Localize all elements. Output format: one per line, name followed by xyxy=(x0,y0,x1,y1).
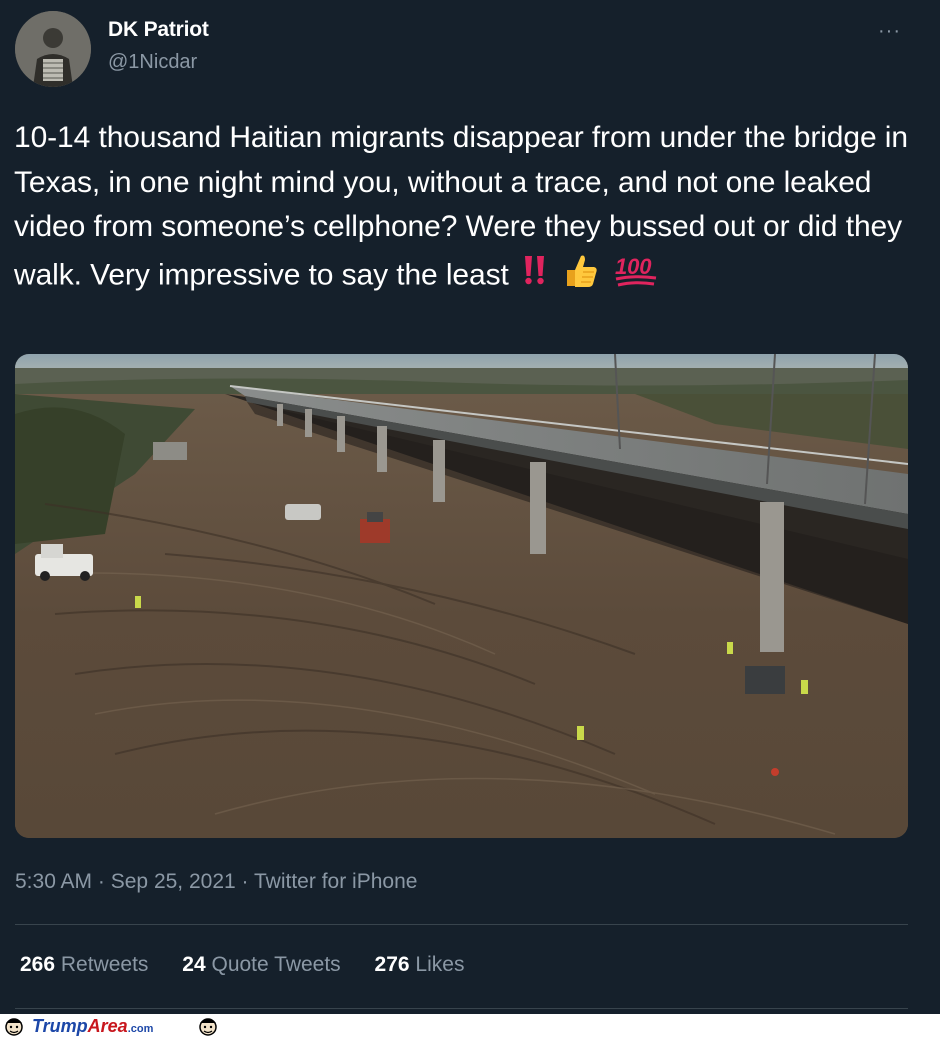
tweet-time[interactable]: 5:30 AM xyxy=(15,870,92,893)
retweets-count: 266 xyxy=(20,953,56,976)
watermark-part2: Area xyxy=(87,1016,128,1036)
watermark-part1: Trump xyxy=(32,1016,88,1036)
tweet-text: 10-14 thousand Haitian migrants disappea… xyxy=(14,116,914,303)
avatar-image xyxy=(15,11,91,87)
more-options-icon[interactable]: ··· xyxy=(878,20,901,43)
likes-stat[interactable]: 276 Likes xyxy=(375,953,465,976)
retweets-stat[interactable]: 266 Retweets xyxy=(20,953,148,976)
tweet-card: DK Patriot @1Nicdar ··· 10-14 thousand H… xyxy=(0,0,940,1014)
meta-separator-2: · xyxy=(241,870,249,893)
retweets-label: Retweets xyxy=(60,953,149,976)
quotes-count: 24 xyxy=(182,953,206,976)
meta-separator: · xyxy=(97,870,105,893)
tweet-meta: 5:30 AM · Sep 25, 2021 · Twitter for iPh… xyxy=(15,870,417,894)
divider-bottom xyxy=(15,1008,908,1009)
likes-label: Likes xyxy=(415,953,465,976)
bridge-photo xyxy=(15,354,908,838)
quotes-label: Quote Tweets xyxy=(211,953,341,976)
cartoon-face-icon xyxy=(2,1015,26,1037)
watermark-part3: .com xyxy=(127,1023,154,1035)
tweet-body: 10-14 thousand Haitian migrants disappea… xyxy=(14,121,908,292)
watermark-logo: TrumpArea.com xyxy=(32,1016,153,1037)
divider-top xyxy=(15,924,908,925)
thumbs-up-icon xyxy=(561,250,601,304)
tweet-stats: 266 Retweets 24 Quote Tweets 276 Likes xyxy=(20,953,492,977)
double-exclamation-icon xyxy=(521,254,549,300)
hundred-points-icon: 100 xyxy=(613,250,659,304)
user-avatar[interactable] xyxy=(15,11,91,87)
svg-text:100: 100 xyxy=(615,254,652,279)
tweet-photo[interactable] xyxy=(15,354,908,838)
quote-tweets-stat[interactable]: 24 Quote Tweets xyxy=(182,953,340,976)
author-handle[interactable]: @1Nicdar xyxy=(108,51,197,74)
cartoon-face-icon-2 xyxy=(196,1015,220,1037)
tweet-source[interactable]: Twitter for iPhone xyxy=(254,870,417,893)
watermark-footer: TrumpArea.com xyxy=(0,1014,940,1039)
tweet-date[interactable]: Sep 25, 2021 xyxy=(111,870,236,893)
author-name[interactable]: DK Patriot xyxy=(108,18,209,42)
likes-count: 276 xyxy=(374,953,410,976)
